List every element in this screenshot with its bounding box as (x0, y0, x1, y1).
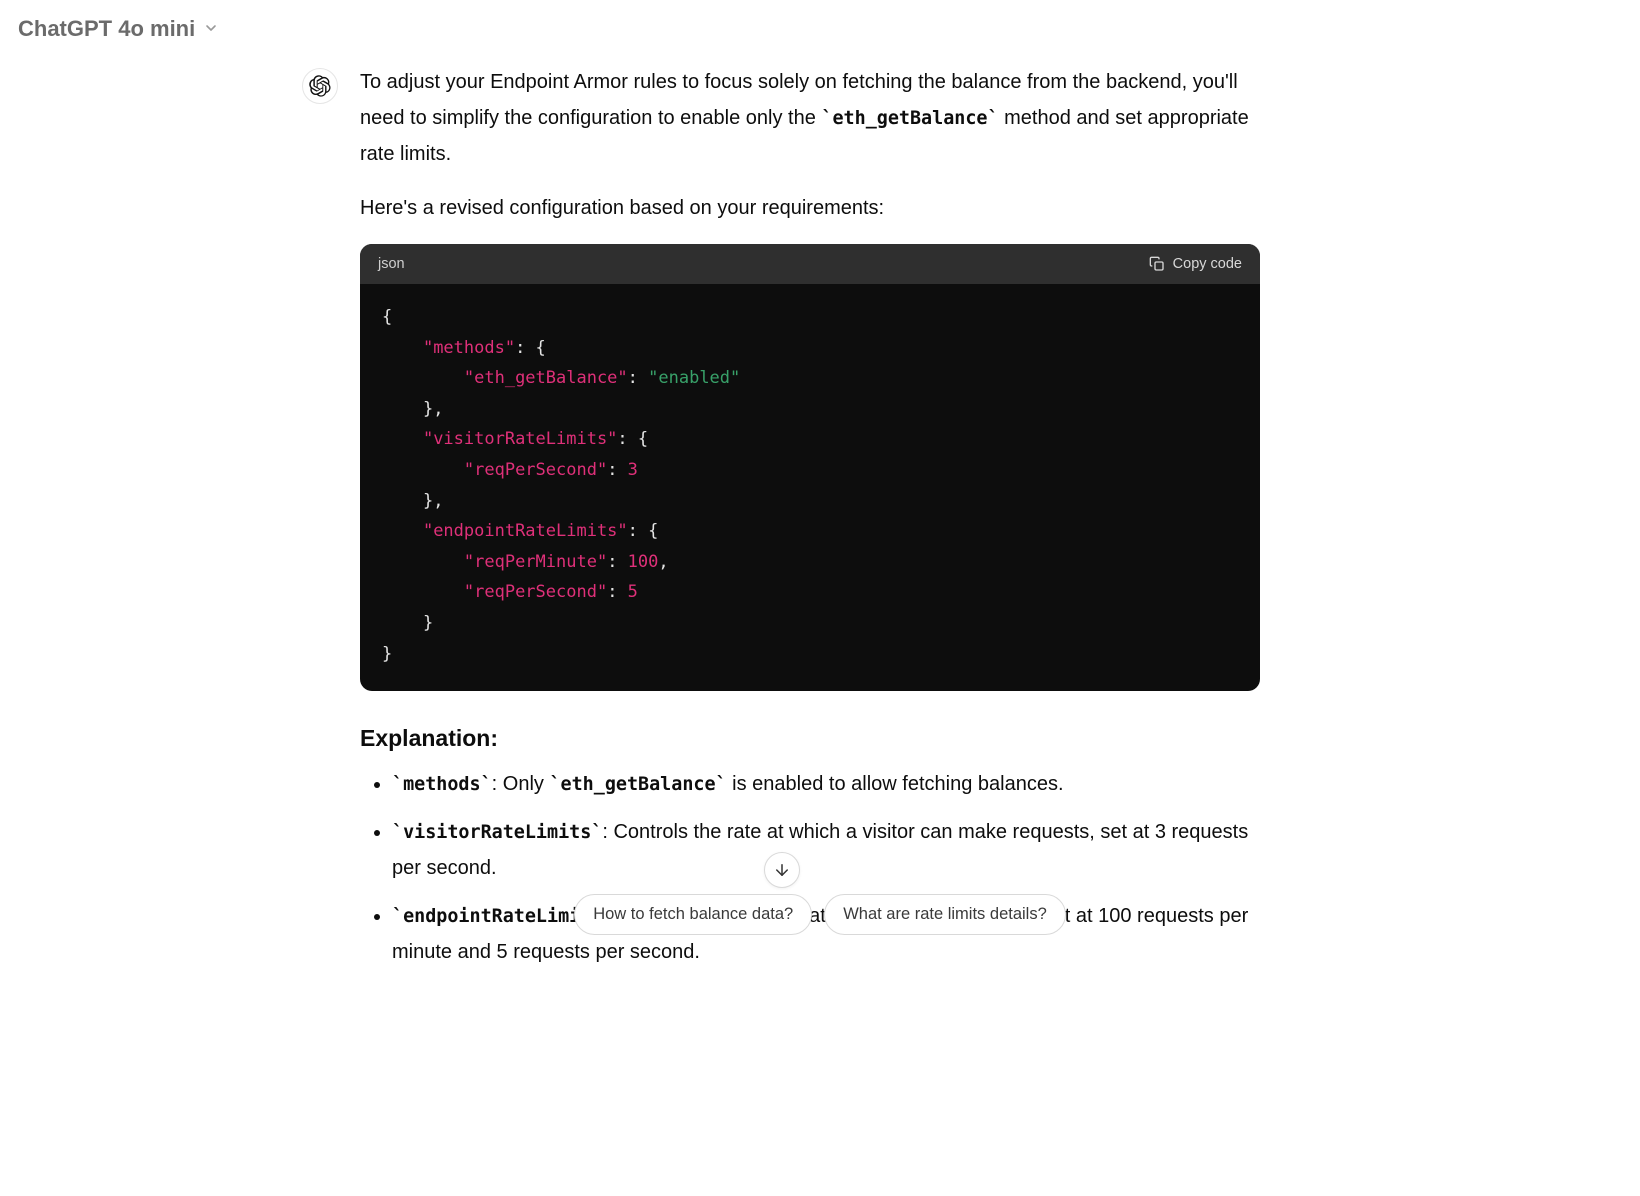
explanation-heading: Explanation: (360, 725, 1260, 752)
openai-logo-icon (309, 75, 331, 97)
copy-code-button[interactable]: Copy code (1149, 256, 1242, 272)
assistant-message: To adjust your Endpoint Armor rules to f… (0, 64, 1640, 982)
code-language-label: json (378, 256, 405, 272)
suggestion-pill[interactable]: What are rate limits details? (824, 894, 1066, 935)
suggestion-pill[interactable]: How to fetch balance data? (574, 894, 812, 935)
arrow-down-icon (773, 861, 791, 879)
model-name: ChatGPT 4o mini (18, 16, 195, 42)
inline-code: `eth_getBalance` (549, 774, 726, 795)
code-block: json Copy code { "methods": { "eth_getBa… (360, 244, 1260, 691)
code-content[interactable]: { "methods": { "eth_getBalance": "enable… (360, 284, 1260, 691)
paragraph: To adjust your Endpoint Armor rules to f… (360, 64, 1260, 172)
code-block-header: json Copy code (360, 244, 1260, 284)
inline-code: `eth_getBalance` (821, 108, 998, 129)
model-switcher[interactable]: ChatGPT 4o mini (0, 0, 1640, 58)
list-item: `methods`: Only `eth_getBalance` is enab… (392, 766, 1260, 802)
chevron-down-icon (203, 16, 219, 42)
explanation-list: `methods`: Only `eth_getBalance` is enab… (360, 766, 1260, 970)
list-item: `visitorRateLimits`: Controls the rate a… (392, 814, 1260, 886)
assistant-avatar (302, 68, 338, 104)
scroll-down-button[interactable] (764, 852, 800, 888)
inline-code: `visitorRateLimits` (392, 822, 602, 843)
copy-icon (1149, 256, 1165, 272)
paragraph: Here's a revised configuration based on … (360, 190, 1260, 226)
inline-code: `methods` (392, 774, 492, 795)
